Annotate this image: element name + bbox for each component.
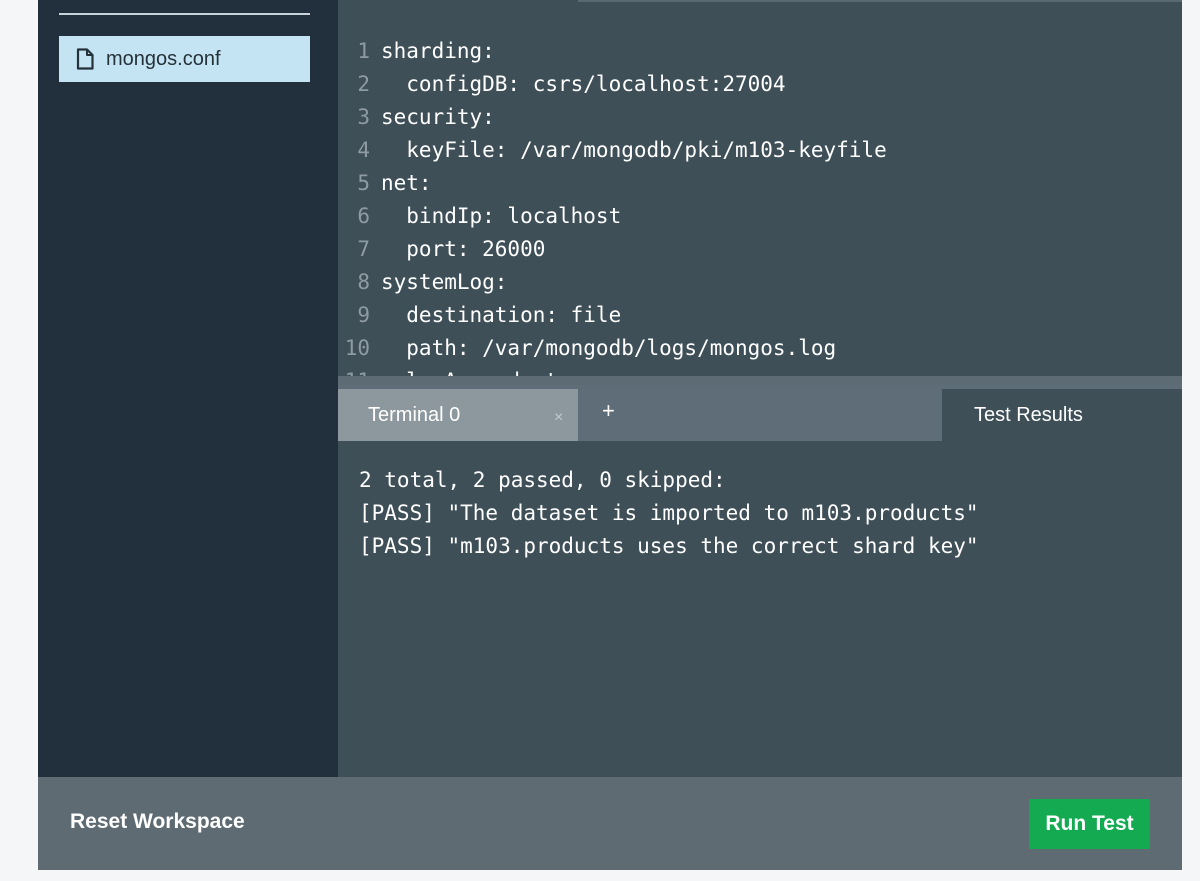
tab-test-results[interactable]: Test Results — [942, 389, 1182, 441]
file-sidebar: mongos.conf — [38, 0, 338, 777]
code-line: 7 port: 26000 — [338, 232, 887, 265]
tab-label: Test Results — [974, 404, 1083, 426]
line-number: 7 — [357, 236, 370, 261]
code-line: 2 configDB: csrs/localhost:27004 — [338, 67, 887, 100]
run-test-button[interactable]: Run Test — [1029, 799, 1150, 849]
code-line: 6 bindIp: localhost — [338, 199, 887, 232]
file-label: mongos.conf — [106, 47, 221, 70]
result-line: 2 total, 2 passed, 0 skipped: — [359, 467, 726, 492]
code-line: 10 path: /var/mongodb/logs/mongos.log — [338, 331, 887, 364]
line-number: 2 — [357, 71, 370, 96]
line-number: 4 — [357, 137, 370, 162]
results-output: 2 total, 2 passed, 0 skipped: [PASS] "Th… — [359, 463, 979, 562]
line-code: destination: file — [381, 302, 622, 327]
result-line: [PASS] "m103.products uses the correct s… — [359, 533, 979, 558]
file-item-mongos-conf[interactable]: mongos.conf — [59, 36, 310, 82]
code-line: 3 security: — [338, 100, 887, 133]
result-line: [PASS] "The dataset is imported to m103.… — [359, 500, 979, 525]
workspace-footer: Reset Workspace Run Test — [38, 777, 1182, 870]
test-results-panel: 2 total, 2 passed, 0 skipped: [PASS] "Th… — [338, 441, 1182, 777]
code-line: 4 keyFile: /var/mongodb/pki/m103-keyfile — [338, 133, 887, 166]
line-code: path: /var/mongodb/logs/mongos.log — [381, 335, 837, 360]
editor-resize-bar[interactable] — [338, 376, 1182, 385]
sidebar-divider — [59, 13, 310, 15]
editor-top-border — [578, 0, 1182, 2]
close-icon[interactable]: × — [554, 409, 563, 427]
line-code: net: — [381, 170, 432, 195]
line-number: 1 — [357, 38, 370, 63]
line-number: 8 — [357, 269, 370, 294]
code-line: 8 systemLog: — [338, 265, 887, 298]
line-code: bindIp: localhost — [381, 203, 622, 228]
tab-terminal-0[interactable]: Terminal 0 × — [338, 389, 578, 441]
line-code: configDB: csrs/localhost:27004 — [381, 71, 786, 96]
line-number: 10 — [344, 335, 370, 360]
code-editor[interactable]: 1 sharding: 2 configDB: csrs/localhost:27… — [338, 0, 1182, 378]
add-terminal-button[interactable]: + — [602, 398, 615, 424]
line-code: systemLog: — [381, 269, 508, 294]
code-line: 5 net: — [338, 166, 887, 199]
line-code: port: 26000 — [381, 236, 546, 261]
line-number: 9 — [357, 302, 370, 327]
code-lines: 1 sharding: 2 configDB: csrs/localhost:27… — [338, 34, 887, 379]
line-code: keyFile: /var/mongodb/pki/m103-keyfile — [381, 137, 887, 162]
terminal-tab-bar: Terminal 0 × + Test Results — [338, 385, 1182, 441]
code-line: 1 sharding: — [338, 34, 887, 67]
line-number: 3 — [357, 104, 370, 129]
reset-workspace-button[interactable]: Reset Workspace — [70, 810, 245, 834]
line-number: 5 — [357, 170, 370, 195]
file-icon — [76, 47, 96, 71]
workspace: mongos.conf 1 sharding: 2 configDB: csrs/… — [38, 0, 1182, 870]
line-code: sharding: — [381, 38, 495, 63]
code-line: 9 destination: file — [338, 298, 887, 331]
tab-label: Terminal 0 — [368, 404, 461, 426]
line-code: security: — [381, 104, 495, 129]
line-number: 6 — [357, 203, 370, 228]
